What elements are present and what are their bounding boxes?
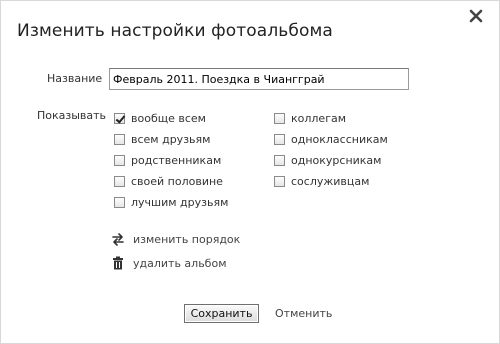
checkbox-coworkers[interactable]: сослуживцам [274,174,369,188]
checkbox-box[interactable] [274,112,285,124]
checkbox-label: сослуживцам [291,174,370,188]
checkbox-label: всем друзьям [131,132,211,146]
checkbox-box[interactable] [114,175,125,187]
checkbox-label: лучшим друзьям [131,195,229,209]
swap-arrows-icon [111,232,125,246]
checkbox-box[interactable] [274,154,285,166]
close-icon[interactable] [467,7,485,25]
checkbox-everyone[interactable]: вообще всем [114,111,206,125]
checkbox-label: коллегам [291,111,347,125]
checkbox-partner[interactable]: своей половине [114,174,223,188]
checkbox-groupmates[interactable]: однокурсникам [274,153,381,167]
delete-album-label: удалить альбом [133,256,227,270]
delete-album-link[interactable]: удалить альбом [111,256,227,270]
dialog-title: Изменить настройки фотоальбома [17,21,333,41]
checkbox-box[interactable] [274,133,285,145]
album-settings-dialog: Изменить настройки фотоальбома Название … [0,0,500,344]
name-label: Название [47,72,103,85]
checkbox-box[interactable] [274,175,285,187]
change-order-label: изменить порядок [133,232,241,246]
checkbox-label: вообще всем [131,111,206,125]
show-label: Показывать [37,109,107,122]
checkbox-label: однокурсникам [291,153,382,167]
checkbox-all-friends[interactable]: всем друзьям [114,132,210,146]
cancel-link[interactable]: Отменить [275,307,332,320]
checkbox-box[interactable] [114,112,125,124]
checkbox-label: одноклассникам [291,132,388,146]
album-name-input[interactable] [109,68,409,90]
checkbox-classmates[interactable]: одноклассникам [274,132,388,146]
checkbox-box[interactable] [114,133,125,145]
checkbox-relatives[interactable]: родственникам [114,153,221,167]
checkbox-box[interactable] [114,196,125,208]
checkbox-label: своей половине [131,174,223,188]
checkbox-label: родственникам [131,153,222,167]
checkbox-colleagues[interactable]: коллегам [274,111,346,125]
checkbox-best-friends[interactable]: лучшим друзьям [114,195,228,209]
checkbox-box[interactable] [114,154,125,166]
change-order-link[interactable]: изменить порядок [111,232,240,246]
trash-icon [111,256,125,270]
save-button[interactable]: Сохранить [184,304,259,323]
